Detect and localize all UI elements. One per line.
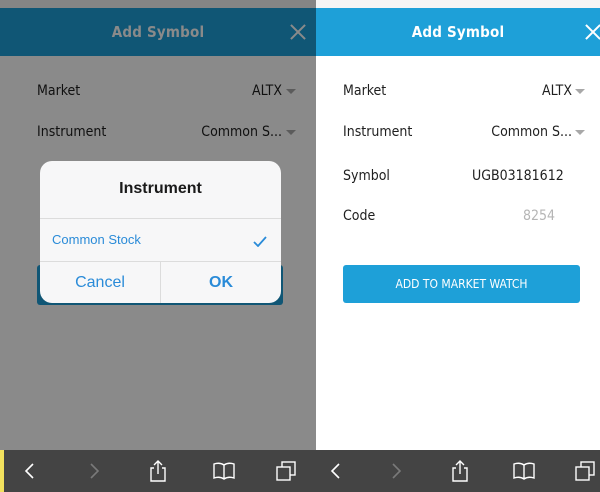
bookmarks-icon[interactable]: [509, 450, 539, 492]
checkmark-icon: [253, 234, 267, 252]
symbol-row[interactable]: Symbol UGB03181612: [316, 161, 600, 191]
status-strip: [316, 0, 600, 8]
code-row: Code 8254: [316, 201, 600, 231]
add-to-market-watch-button[interactable]: ADD TO MARKET WATCH: [343, 265, 580, 303]
back-icon[interactable]: [320, 450, 350, 492]
header-bar: Add Symbol: [316, 8, 600, 56]
dialog-option-common-stock[interactable]: Common Stock: [40, 218, 281, 260]
close-icon[interactable]: [583, 22, 600, 42]
bookmarks-icon[interactable]: [209, 450, 239, 492]
dialog-actions: Cancel OK: [40, 261, 281, 303]
market-value[interactable]: ALTX: [542, 83, 572, 99]
back-icon[interactable]: [14, 450, 44, 492]
instrument-row[interactable]: Instrument Common S...: [316, 117, 600, 147]
forward-icon: [80, 450, 110, 492]
forward-icon: [382, 450, 412, 492]
browser-toolbar: [0, 450, 316, 492]
market-label: Market: [343, 83, 387, 99]
left-screen: Add Symbol Market ALTX Instrument Common…: [0, 0, 316, 492]
dialog-title: Instrument: [119, 180, 202, 197]
share-icon[interactable]: [445, 450, 475, 492]
chevron-down-icon: [575, 88, 585, 94]
tabs-icon[interactable]: [271, 450, 301, 492]
header-title: Add Symbol: [411, 23, 505, 41]
symbol-value[interactable]: UGB03181612: [472, 168, 564, 184]
code-value: 8254: [522, 208, 555, 224]
ok-button[interactable]: OK: [160, 262, 281, 303]
right-screen: Add Symbol Market ALTX Instrument Common…: [316, 0, 600, 492]
cancel-button[interactable]: Cancel: [40, 262, 160, 303]
symbol-label: Symbol: [343, 168, 390, 184]
tabs-icon[interactable]: [570, 450, 600, 492]
share-icon[interactable]: [143, 450, 173, 492]
chevron-down-icon: [575, 129, 585, 135]
instrument-picker-dialog: Instrument Common Stock Cancel OK: [40, 161, 281, 303]
instrument-value[interactable]: Common S...: [491, 124, 572, 140]
edge-highlight: [0, 450, 4, 492]
dialog-option-label: Common Stock: [52, 232, 141, 247]
instrument-label: Instrument: [343, 124, 413, 140]
browser-toolbar: [316, 450, 600, 492]
market-row[interactable]: Market ALTX: [316, 76, 600, 106]
code-label: Code: [343, 208, 376, 224]
